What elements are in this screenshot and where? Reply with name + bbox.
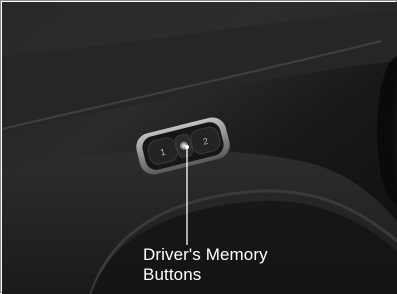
callout-dot — [185, 145, 189, 149]
photo-frame: 1 2 Driver's Memory Buttons — [0, 0, 397, 294]
caption-line-1: Driver's Memory — [143, 245, 268, 264]
callout-caption: Driver's Memory Buttons — [143, 245, 343, 285]
caption-line-2: Buttons — [143, 265, 202, 284]
